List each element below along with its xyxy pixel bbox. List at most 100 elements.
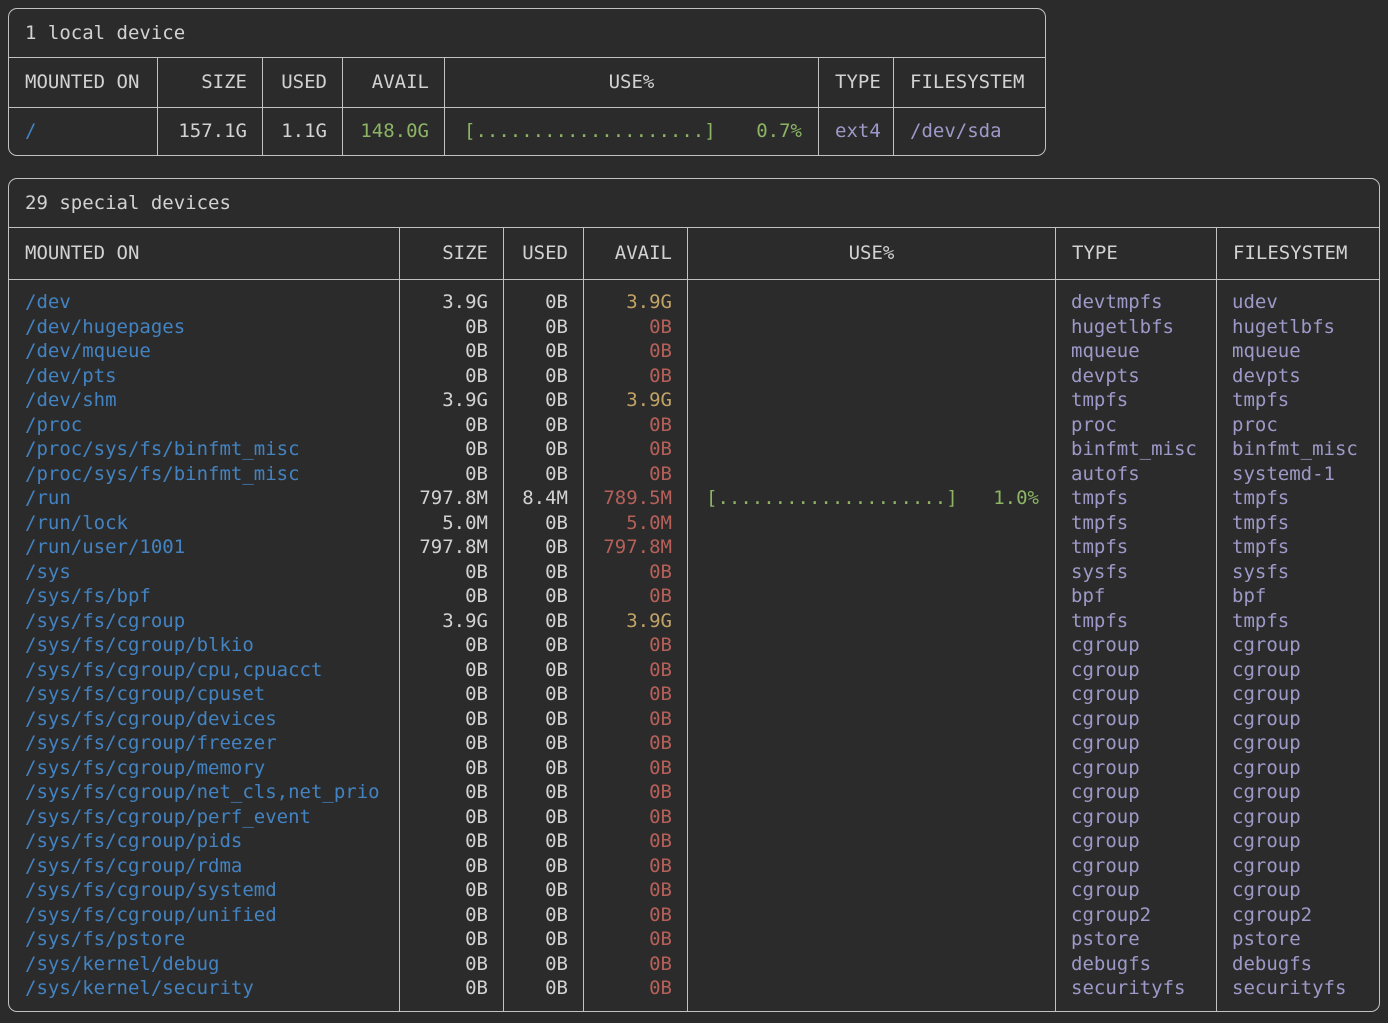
terminal-screen[interactable]: { "colors": { "bg": "#2b2b2b", "fg": "#d… bbox=[0, 0, 1388, 1023]
size-value: 0B bbox=[399, 878, 503, 903]
filesystem-name: bpf bbox=[1216, 584, 1379, 609]
avail-value: 3.9G bbox=[583, 388, 687, 413]
filesystem-name: tmpfs bbox=[1216, 609, 1379, 634]
table-row: /sys/fs/cgroup/rdma 0B 0B 0B cgroup cgro… bbox=[9, 854, 1379, 879]
use-percent-cell bbox=[687, 339, 1055, 364]
use-percent-cell bbox=[687, 290, 1055, 315]
col-header-avail: AVAIL bbox=[583, 228, 687, 279]
mount-point: / bbox=[9, 108, 157, 155]
used-value: 0B bbox=[503, 437, 583, 462]
used-value: 0B bbox=[503, 339, 583, 364]
used-value: 0B bbox=[503, 462, 583, 487]
used-value: 0B bbox=[503, 315, 583, 340]
use-percent-cell bbox=[687, 560, 1055, 585]
table-row: /sys/fs/cgroup/pids 0B 0B 0B cgroup cgro… bbox=[9, 829, 1379, 854]
use-percent-cell bbox=[687, 976, 1055, 1001]
table-row: /proc/sys/fs/binfmt_misc 0B 0B 0B autofs… bbox=[9, 462, 1379, 487]
size-value: 0B bbox=[399, 756, 503, 781]
fs-type: cgroup bbox=[1055, 731, 1216, 756]
filesystem-name: devpts bbox=[1216, 364, 1379, 389]
avail-value: 0B bbox=[583, 364, 687, 389]
mount-point: /proc/sys/fs/binfmt_misc bbox=[9, 462, 399, 487]
col-header-filesystem: FILESYSTEM bbox=[893, 58, 1045, 107]
used-value: 8.4M bbox=[503, 486, 583, 511]
mount-point: /sys/fs/cgroup/unified bbox=[9, 903, 399, 928]
used-value: 0B bbox=[503, 658, 583, 683]
special-header-row: MOUNTED ON SIZE USED AVAIL USE% TYPE FIL… bbox=[9, 228, 1379, 280]
used-value: 0B bbox=[503, 511, 583, 536]
use-percent-cell bbox=[687, 535, 1055, 560]
avail-value: 5.0M bbox=[583, 511, 687, 536]
mount-point: /dev/mqueue bbox=[9, 339, 399, 364]
table-row: /sys/fs/cgroup/systemd 0B 0B 0B cgroup c… bbox=[9, 878, 1379, 903]
table-row: /proc 0B 0B 0B proc proc bbox=[9, 413, 1379, 438]
filesystem-name: debugfs bbox=[1216, 952, 1379, 977]
avail-value: 0B bbox=[583, 805, 687, 830]
col-header-use-pct: USE% bbox=[687, 228, 1055, 279]
fs-type: ext4 bbox=[818, 108, 893, 155]
size-value: 797.8M bbox=[399, 535, 503, 560]
mount-point: /sys/fs/cgroup/perf_event bbox=[9, 805, 399, 830]
filesystem-name: tmpfs bbox=[1216, 486, 1379, 511]
filesystem-name: cgroup bbox=[1216, 731, 1379, 756]
size-value: 0B bbox=[399, 952, 503, 977]
use-percent-cell bbox=[687, 780, 1055, 805]
used-value: 0B bbox=[503, 609, 583, 634]
size-value: 157.1G bbox=[157, 108, 262, 155]
avail-value: 0B bbox=[583, 584, 687, 609]
table-row: /sys/kernel/security 0B 0B 0B securityfs… bbox=[9, 976, 1379, 1001]
mount-point: /run/lock bbox=[9, 511, 399, 536]
used-value: 0B bbox=[503, 805, 583, 830]
used-value: 0B bbox=[503, 780, 583, 805]
fs-type: cgroup bbox=[1055, 780, 1216, 805]
avail-value: 3.9G bbox=[583, 290, 687, 315]
fs-type: mqueue bbox=[1055, 339, 1216, 364]
table-row: /sys/fs/cgroup/freezer 0B 0B 0B cgroup c… bbox=[9, 731, 1379, 756]
table-row: /sys/fs/cgroup 3.9G 0B 3.9G tmpfs tmpfs bbox=[9, 609, 1379, 634]
special-rows: /dev 3.9G 0B 3.9G devtmpfs udev /dev/hug… bbox=[9, 280, 1379, 1011]
use-percent-cell bbox=[687, 731, 1055, 756]
avail-value: 0B bbox=[583, 707, 687, 732]
fs-type: bpf bbox=[1055, 584, 1216, 609]
use-percent-cell bbox=[687, 315, 1055, 340]
fs-type: cgroup bbox=[1055, 805, 1216, 830]
table-row: /run 797.8M 8.4M 789.5M [...............… bbox=[9, 486, 1379, 511]
table-row: /dev/shm 3.9G 0B 3.9G tmpfs tmpfs bbox=[9, 388, 1379, 413]
avail-value: 0B bbox=[583, 903, 687, 928]
table-row: /run/user/1001 797.8M 0B 797.8M tmpfs tm… bbox=[9, 535, 1379, 560]
avail-value: 0B bbox=[583, 976, 687, 1001]
used-value: 0B bbox=[503, 584, 583, 609]
size-value: 0B bbox=[399, 682, 503, 707]
fs-type: cgroup bbox=[1055, 829, 1216, 854]
fs-type: securityfs bbox=[1055, 976, 1216, 1001]
mount-point: /sys/fs/cgroup/blkio bbox=[9, 633, 399, 658]
used-value: 0B bbox=[503, 290, 583, 315]
col-header-used: USED bbox=[262, 58, 342, 107]
filesystem-name: cgroup bbox=[1216, 780, 1379, 805]
size-value: 0B bbox=[399, 780, 503, 805]
size-value: 0B bbox=[399, 927, 503, 952]
table-row: /sys/fs/cgroup/net_cls,net_prio 0B 0B 0B… bbox=[9, 780, 1379, 805]
size-value: 0B bbox=[399, 339, 503, 364]
use-percent-cell bbox=[687, 584, 1055, 609]
filesystem-name: cgroup bbox=[1216, 829, 1379, 854]
used-value: 0B bbox=[503, 364, 583, 389]
mount-point: /dev/pts bbox=[9, 364, 399, 389]
avail-value: 0B bbox=[583, 658, 687, 683]
filesystem-name: securityfs bbox=[1216, 976, 1379, 1001]
mount-point: /sys/fs/cgroup/memory bbox=[9, 756, 399, 781]
size-value: 797.8M bbox=[399, 486, 503, 511]
filesystem-name: cgroup2 bbox=[1216, 903, 1379, 928]
filesystem-name: /dev/sda bbox=[893, 108, 1045, 155]
mount-point: /sys/kernel/security bbox=[9, 976, 399, 1001]
mount-point: /sys/fs/cgroup/net_cls,net_prio bbox=[9, 780, 399, 805]
size-value: 0B bbox=[399, 462, 503, 487]
use-percent-cell bbox=[687, 609, 1055, 634]
fs-type: cgroup bbox=[1055, 682, 1216, 707]
col-header-use-pct: USE% bbox=[444, 58, 818, 107]
avail-value: 0B bbox=[583, 780, 687, 805]
usage-bar: [....................] bbox=[464, 108, 716, 155]
use-percent-cell bbox=[687, 388, 1055, 413]
fs-type: autofs bbox=[1055, 462, 1216, 487]
fs-type: tmpfs bbox=[1055, 511, 1216, 536]
